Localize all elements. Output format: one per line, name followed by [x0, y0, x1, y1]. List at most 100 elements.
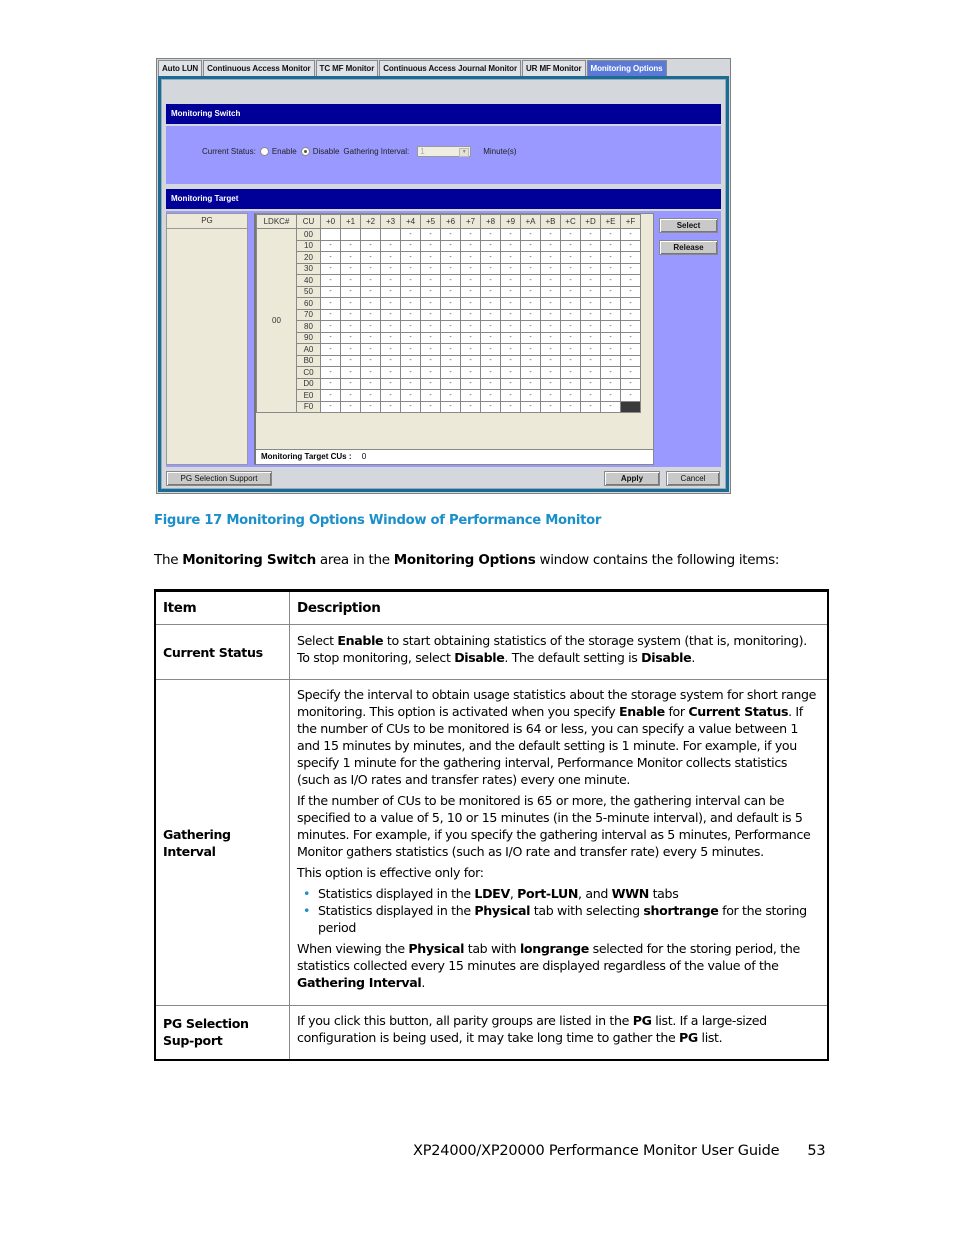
cu-cell[interactable]: - [520, 343, 541, 356]
cu-cell[interactable]: - [620, 320, 641, 333]
cu-cell[interactable]: - [360, 343, 381, 356]
cu-cell[interactable]: - [500, 274, 521, 287]
cu-cell[interactable]: - [340, 331, 361, 344]
cu-cell[interactable]: - [540, 354, 561, 367]
cu-cell[interactable]: - [400, 285, 421, 298]
cu-cell[interactable]: - [600, 274, 621, 287]
cu-cell[interactable]: - [460, 400, 481, 413]
chevron-down-icon[interactable]: ▼ [459, 148, 470, 157]
cu-cell[interactable]: - [540, 297, 561, 310]
cu-cell[interactable]: - [480, 239, 501, 252]
cu-cell[interactable]: - [440, 400, 461, 413]
cu-row-header[interactable]: 70 [296, 308, 321, 321]
cu-cell[interactable]: - [580, 308, 601, 321]
cu-cell[interactable]: - [520, 389, 541, 402]
cu-cell[interactable]: - [600, 239, 621, 252]
cu-cell[interactable]: - [480, 366, 501, 379]
tab-monitoring-options[interactable]: Monitoring Options [586, 60, 667, 76]
cu-cell[interactable] [360, 228, 381, 241]
cu-cell[interactable]: - [340, 343, 361, 356]
cu-cell[interactable]: - [600, 331, 621, 344]
cu-cell[interactable]: - [400, 343, 421, 356]
cu-cell[interactable]: - [420, 239, 441, 252]
cu-cell[interactable]: - [380, 366, 401, 379]
cu-cell[interactable]: - [480, 251, 501, 264]
cu-cell[interactable]: - [320, 331, 341, 344]
cu-cell[interactable]: - [500, 251, 521, 264]
cu-cell[interactable]: - [520, 285, 541, 298]
cu-cell[interactable]: - [540, 239, 561, 252]
cu-cell[interactable]: - [500, 400, 521, 413]
cu-cell[interactable]: - [520, 228, 541, 241]
cu-cell[interactable]: - [360, 297, 381, 310]
cu-cell[interactable]: - [460, 262, 481, 275]
cu-cell[interactable]: - [540, 285, 561, 298]
cu-cell[interactable]: - [440, 389, 461, 402]
cu-cell[interactable] [380, 228, 401, 241]
cu-cell[interactable]: - [520, 366, 541, 379]
cu-cell[interactable] [340, 228, 361, 241]
cu-row-header[interactable]: C0 [296, 366, 321, 379]
cu-cell[interactable]: - [460, 366, 481, 379]
cu-cell[interactable]: - [620, 308, 641, 321]
cu-cell[interactable]: - [380, 377, 401, 390]
release-button[interactable]: Release [659, 240, 718, 255]
cu-cell[interactable]: - [340, 320, 361, 333]
cu-cell[interactable]: - [380, 320, 401, 333]
cu-cell[interactable]: - [320, 274, 341, 287]
cu-cell[interactable]: - [500, 239, 521, 252]
cu-cell[interactable]: - [620, 343, 641, 356]
cu-cell[interactable]: - [340, 366, 361, 379]
cu-cell[interactable]: - [460, 343, 481, 356]
cu-cell[interactable]: - [420, 377, 441, 390]
cu-cell[interactable]: - [600, 366, 621, 379]
cu-cell[interactable]: - [500, 297, 521, 310]
cu-cell[interactable]: - [460, 228, 481, 241]
cu-cell[interactable]: - [480, 320, 501, 333]
cu-cell[interactable]: - [480, 389, 501, 402]
enable-radio[interactable] [259, 147, 269, 156]
pg-selection-support-button[interactable]: PG Selection Support [166, 471, 272, 486]
cancel-button[interactable]: Cancel [666, 471, 720, 486]
cu-cell[interactable]: - [500, 389, 521, 402]
cu-cell[interactable]: - [360, 262, 381, 275]
cu-cell[interactable]: - [360, 308, 381, 321]
cu-cell[interactable]: - [320, 262, 341, 275]
cu-row-header[interactable]: 00 [296, 228, 321, 241]
cu-cell[interactable]: - [560, 297, 581, 310]
tab-tc-mf-monitor[interactable]: TC MF Monitor [315, 60, 379, 76]
cu-cell[interactable]: - [460, 389, 481, 402]
cu-cell[interactable]: - [460, 274, 481, 287]
cu-cell[interactable]: - [400, 251, 421, 264]
cu-cell[interactable]: - [540, 308, 561, 321]
cu-cell[interactable]: - [480, 354, 501, 367]
cu-cell[interactable]: - [480, 343, 501, 356]
cu-cell[interactable]: - [420, 262, 441, 275]
apply-button[interactable]: Apply [604, 471, 660, 486]
tab-continuous-access-journal-monitor[interactable]: Continuous Access Journal Monitor [379, 60, 521, 76]
cu-cell[interactable]: - [600, 262, 621, 275]
cu-cell[interactable]: - [320, 354, 341, 367]
cu-row-header[interactable]: 60 [296, 297, 321, 310]
cu-cell[interactable]: - [440, 251, 461, 264]
cu-cell[interactable]: - [440, 308, 461, 321]
cu-cell[interactable]: - [340, 251, 361, 264]
cu-cell[interactable]: - [620, 297, 641, 310]
cu-cell[interactable]: - [480, 400, 501, 413]
cu-cell[interactable]: - [380, 251, 401, 264]
cu-cell[interactable]: - [620, 274, 641, 287]
cu-cell[interactable]: - [580, 343, 601, 356]
cu-cell[interactable]: - [380, 354, 401, 367]
cu-cell[interactable]: - [520, 308, 541, 321]
cu-row-header[interactable]: B0 [296, 354, 321, 367]
cu-cell[interactable]: - [620, 262, 641, 275]
cu-cell[interactable]: - [380, 297, 401, 310]
cu-cell[interactable]: - [420, 343, 441, 356]
cu-cell[interactable]: - [340, 308, 361, 321]
cu-cell[interactable]: - [560, 366, 581, 379]
cu-row-header[interactable]: 10 [296, 239, 321, 252]
cu-cell[interactable]: - [320, 366, 341, 379]
cu-cell[interactable]: - [400, 366, 421, 379]
cu-cell[interactable]: - [340, 389, 361, 402]
cu-cell[interactable]: - [380, 389, 401, 402]
